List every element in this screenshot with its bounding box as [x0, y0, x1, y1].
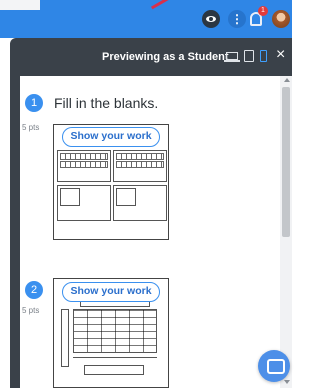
annotation-arrow: [150, 0, 176, 10]
question-number: 1: [25, 94, 43, 112]
notification-badge: 1: [258, 6, 268, 16]
question-points: 5 pts: [22, 306, 40, 315]
tablet-icon[interactable]: [244, 50, 254, 62]
scroll-down-icon[interactable]: [284, 380, 290, 384]
fraction-panel: [57, 150, 111, 182]
scroll-up-icon[interactable]: [284, 78, 290, 82]
close-icon[interactable]: ×: [276, 47, 285, 63]
more-vertical-icon[interactable]: ⋮: [228, 10, 246, 28]
laptop-icon[interactable]: [224, 52, 240, 62]
question-number: 2: [25, 281, 43, 299]
scrollbar-thumb[interactable]: [282, 87, 290, 237]
fraction-strip: [116, 161, 164, 168]
show-your-work-button[interactable]: Show your work: [62, 127, 160, 147]
preview-title: Previewing as a Student: [102, 51, 229, 63]
fraction-panel: [113, 150, 167, 182]
chat-icon[interactable]: [258, 350, 290, 382]
eye-icon[interactable]: [202, 10, 220, 28]
preview-header: Previewing as a Student ×: [10, 38, 292, 76]
fraction-strip: [60, 153, 108, 160]
show-your-work-button[interactable]: Show your work: [62, 282, 160, 302]
question-text: Fill in the blanks.: [54, 95, 159, 111]
preview-frame-edge: [10, 76, 20, 388]
fraction-panel: [113, 185, 167, 221]
worksheet-grid: [73, 309, 157, 353]
fraction-strip: [116, 153, 164, 160]
top-app-bar: ⋮ 1: [0, 0, 292, 38]
fraction-cell: [116, 188, 136, 206]
worksheet-box: [61, 309, 69, 367]
worksheet-box: [84, 365, 144, 375]
question-points: 5 pts: [22, 123, 40, 132]
phone-icon[interactable]: [260, 50, 267, 62]
fraction-strip: [60, 161, 108, 168]
fraction-panel: [57, 185, 111, 221]
answer-line: [73, 357, 157, 358]
avatar[interactable]: [272, 10, 290, 28]
fraction-cell: [60, 188, 80, 206]
background-edge: [0, 0, 40, 10]
